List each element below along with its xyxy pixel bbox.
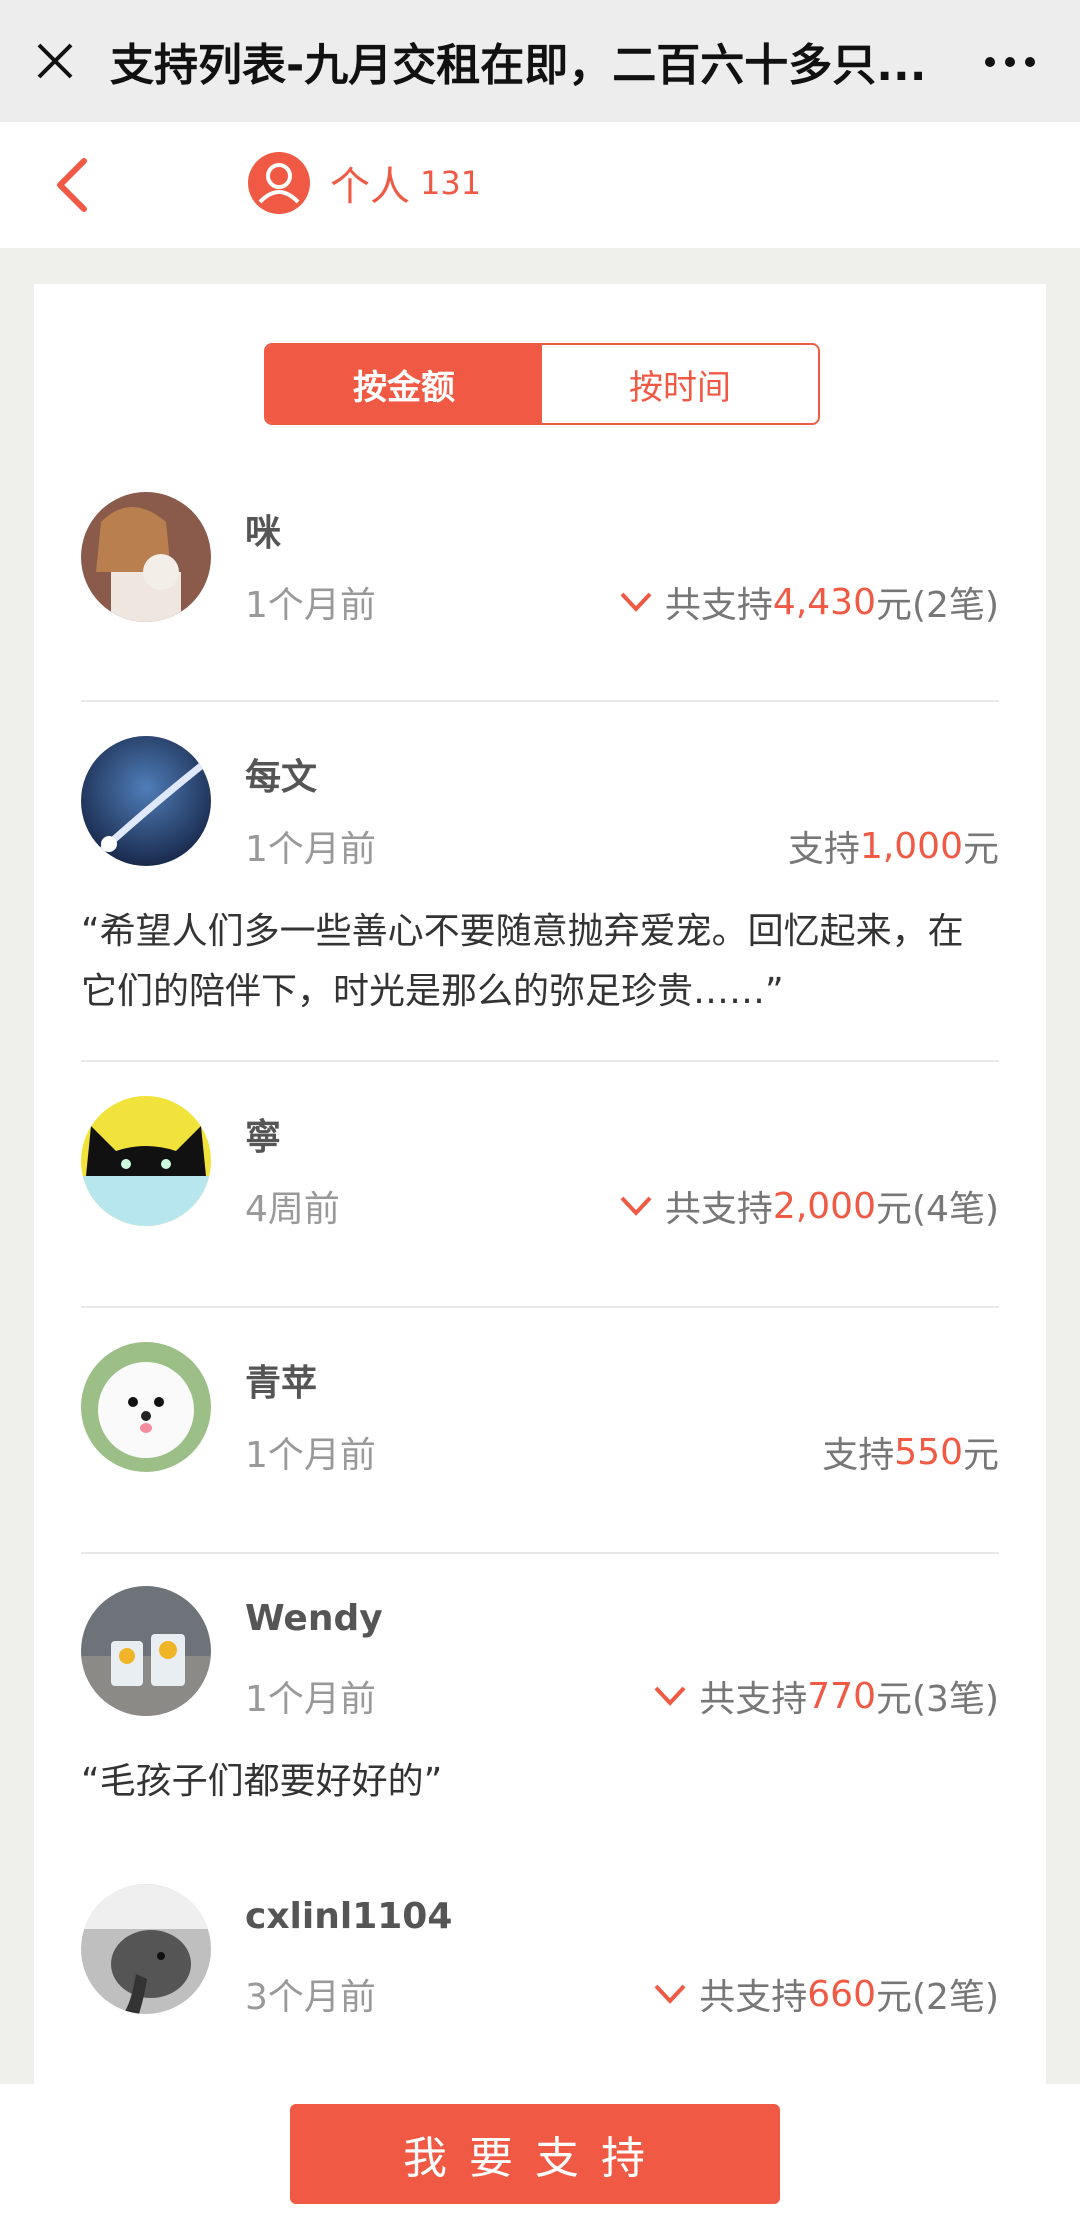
divider [81, 700, 999, 702]
support-amount[interactable]: 共支持 4,430 元 (2笔) [619, 576, 999, 628]
support-time: 4周前 [245, 1189, 340, 1230]
chevron-down-icon [654, 1984, 686, 2004]
amount-count: (4笔) [912, 1189, 999, 1230]
more-button[interactable] [940, 0, 1080, 122]
person-label: 个人 [330, 164, 410, 210]
sort-toggle: 按金额 按时间 [264, 343, 820, 425]
bottom-action-bar: 我要支持 [0, 2084, 1080, 2223]
support-time: 1个月前 [245, 829, 376, 870]
list-item[interactable]: 每文 1个月前 支持 1,000 元 “希望人们多一些善心不要随意抛弃爱宠。回忆起来… [81, 736, 999, 1036]
amount-unit: 元 [875, 585, 912, 626]
supporter-list-card: 按金额 按时间 咪 1个月前 共支持 4,430 元 (2笔) 每文 1个月前 … [34, 284, 1046, 2084]
amount-prefix: 共支持 [664, 1189, 773, 1230]
amount-prefix: 支持 [822, 1435, 895, 1476]
chevron-down-icon [620, 1196, 652, 1216]
amount-value: 4,430 [772, 581, 876, 623]
support-time: 1个月前 [245, 1679, 376, 1720]
amount-value: 1,000 [859, 825, 963, 867]
support-amount[interactable]: 共支持 2,000 元 (4笔) [619, 1180, 999, 1232]
amount-unit: 元 [875, 1977, 912, 2018]
tab-by-time[interactable]: 按时间 [542, 345, 818, 423]
amount-unit: 元 [875, 1189, 912, 1230]
person-count: 131 [420, 164, 482, 202]
support-comment: “毛孩子们都要好好的” [81, 1761, 443, 1802]
amount-count: (3笔) [912, 1679, 999, 1720]
supporter-name: Wendy [245, 1598, 383, 1639]
page-title: 支持列表-九月交租在即，二百六十多只... [110, 40, 927, 91]
supporter-name: 青苹 [245, 1363, 318, 1404]
close-icon [37, 43, 73, 79]
avatar [81, 1884, 211, 2014]
support-time: 3个月前 [245, 1977, 376, 2018]
amount-value: 2,000 [772, 1185, 876, 1227]
support-amount: 支持 1,000 元 [788, 820, 999, 872]
person-summary: 个人 131 [248, 152, 481, 214]
list-item[interactable]: 咪 1个月前 共支持 4,430 元 (2笔) [81, 492, 999, 632]
support-time: 1个月前 [245, 1435, 376, 1476]
supporter-name: 每文 [245, 757, 318, 798]
avatar [81, 1342, 211, 1472]
person-icon [248, 152, 310, 214]
avatar [81, 1096, 211, 1226]
avatar [81, 1586, 211, 1716]
amount-prefix: 共支持 [664, 585, 773, 626]
list-item[interactable]: 寧 4周前 共支持 2,000 元 (4笔) [81, 1096, 999, 1236]
supporter-name: cxlinl1104 [245, 1896, 453, 1937]
support-amount[interactable]: 共支持 770 元 (3笔) [653, 1670, 999, 1722]
amount-value: 770 [807, 1675, 876, 1717]
supporter-name: 咪 [245, 513, 282, 554]
support-amount[interactable]: 共支持 660 元 (2笔) [653, 1968, 999, 2020]
list-item[interactable]: 青苹 1个月前 支持 550 元 [81, 1342, 999, 1482]
amount-unit: 元 [962, 1435, 999, 1476]
support-comment: “希望人们多一些善心不要随意抛弃爱宠。回忆起来，在它们的陪伴下，时光是那么的弥足… [81, 911, 964, 1012]
browser-top-bar: 支持列表-九月交租在即，二百六十多只... [0, 0, 1080, 122]
support-button[interactable]: 我要支持 [290, 2104, 780, 2204]
avatar [81, 492, 211, 622]
back-button[interactable] [46, 155, 106, 215]
tab-by-amount[interactable]: 按金额 [266, 345, 542, 423]
supporter-name: 寧 [245, 1117, 282, 1158]
amount-value: 660 [807, 1973, 876, 2015]
amount-unit: 元 [962, 829, 999, 870]
close-button[interactable] [0, 0, 110, 122]
amount-prefix: 共支持 [699, 1679, 808, 1720]
amount-prefix: 共支持 [699, 1977, 808, 2018]
list-header: 个人 131 [0, 122, 1080, 248]
support-time: 1个月前 [245, 585, 376, 626]
more-icon [980, 52, 1040, 71]
chevron-down-icon [654, 1686, 686, 1706]
amount-prefix: 支持 [787, 829, 860, 870]
chevron-down-icon [620, 592, 652, 612]
amount-unit: 元 [875, 1679, 912, 1720]
support-amount: 支持 550 元 [822, 1426, 999, 1478]
amount-count: (2笔) [912, 585, 999, 626]
list-item[interactable]: Wendy 1个月前 共支持 770 元 (3笔) “毛孩子们都要好好的” [81, 1586, 999, 1806]
list-item[interactable]: cxlinl1104 3个月前 共支持 660 元 (2笔) [81, 1884, 999, 2024]
avatar [81, 736, 211, 866]
chevron-left-icon [57, 158, 87, 212]
amount-count: (2笔) [912, 1977, 999, 2018]
amount-value: 550 [894, 1431, 963, 1473]
divider [81, 1552, 999, 1554]
divider [81, 1306, 999, 1308]
divider [81, 1060, 999, 1062]
